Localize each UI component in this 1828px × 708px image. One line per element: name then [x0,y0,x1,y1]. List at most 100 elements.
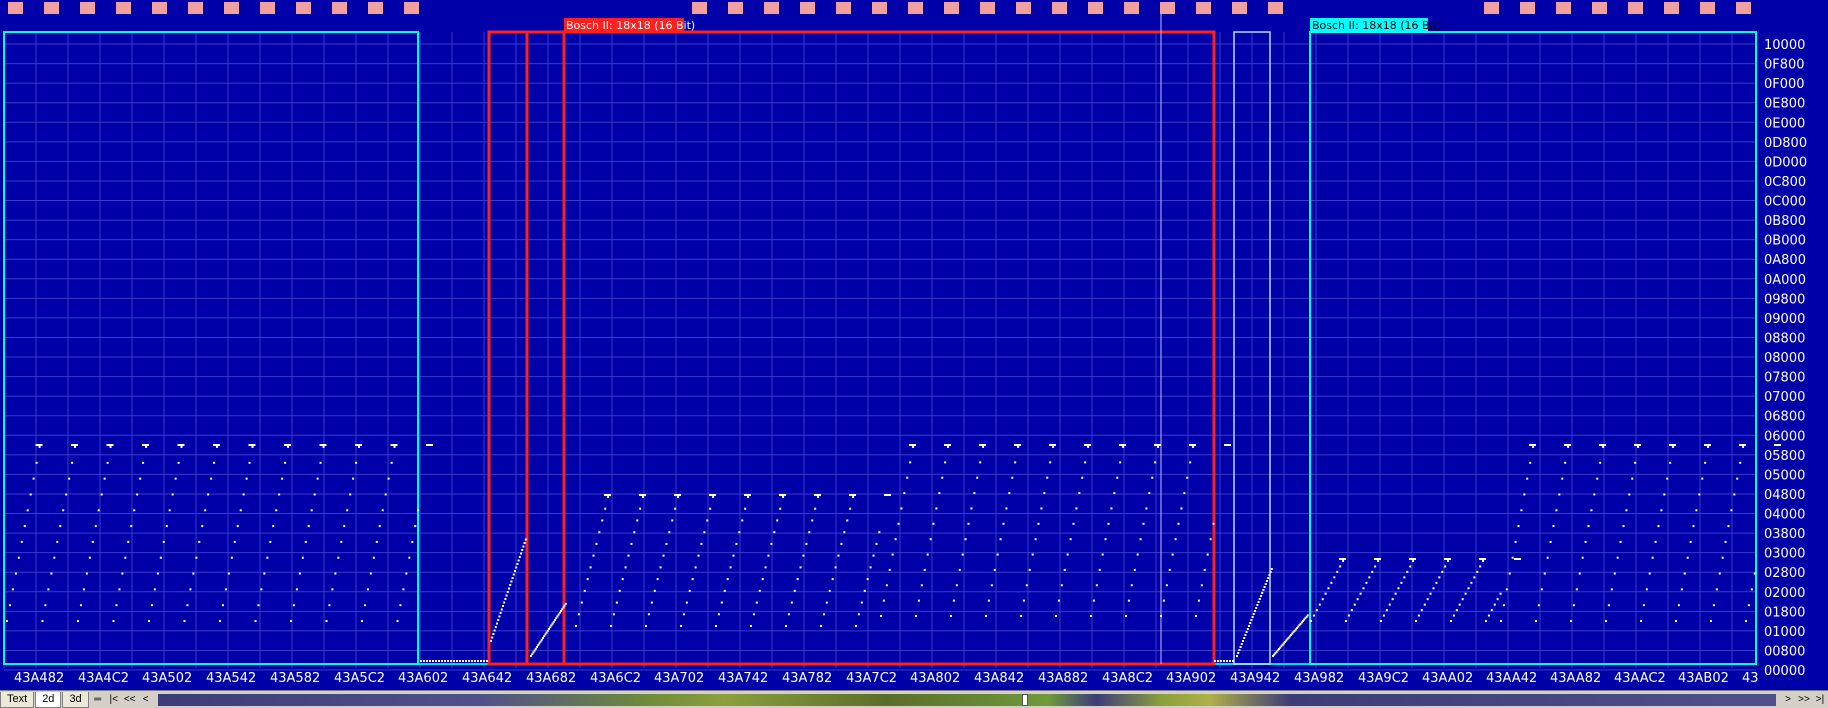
data-point [575,625,577,627]
data-point [549,626,552,629]
file-overview-scrollbar[interactable] [157,693,1776,706]
data-point [74,446,77,448]
data-point [1098,568,1101,571]
data-point [1245,631,1248,633]
data-point [749,494,751,496]
data-point [505,594,508,597]
data-point [358,446,361,448]
data-point [483,660,485,662]
data-point [453,660,455,662]
data-point [612,613,615,616]
data-point [539,640,542,643]
data-point [1095,584,1098,587]
data-point [1645,588,1648,591]
data-point [932,522,935,525]
data-point [618,589,621,592]
data-point [1220,660,1222,662]
data-point [40,444,43,446]
data-point [1192,446,1195,448]
data-point [514,570,516,572]
data-point [561,608,564,611]
data-point [1537,604,1540,607]
data-point [465,660,467,662]
data-point [1242,640,1244,642]
address-marker [908,2,923,14]
hex-2d-viewer[interactable]: 10000 0F800 0F000 0E800 0E000 0D800 0D000 0C800… [0,0,1828,708]
data-point [441,660,443,662]
data-point [1558,493,1561,496]
y-tick-label: 10000 [1764,38,1805,53]
data-point [1133,568,1136,571]
data-point [387,477,390,480]
address-marker [980,2,995,14]
data-point [517,559,520,562]
x-tick-label: 43AA82 [1550,671,1601,686]
data-point [1251,616,1254,618]
x-tick-label: 43A6C2 [590,671,641,686]
data-point [1075,507,1078,510]
data-point [1269,571,1272,573]
data-point [1654,540,1657,543]
data-point [319,461,322,464]
data-point [662,554,665,557]
data-point [471,660,473,662]
data-point [127,540,130,543]
data-point [1514,540,1517,543]
data-point [752,613,755,616]
data-point [671,519,674,522]
data-point [543,635,546,638]
collapse-icon[interactable]: ═ [90,692,106,707]
data-point [1110,507,1113,510]
data-point [486,660,488,662]
data-point [1145,507,1148,510]
tab-3d[interactable]: 3d [62,691,89,708]
nav-fast-back-button[interactable]: << [122,692,138,707]
data-point [1613,572,1616,575]
data-point [444,660,446,662]
data-point [1742,446,1745,448]
data-point [26,509,29,512]
data-point [1385,609,1388,612]
data-point [674,507,677,510]
data-point [1639,444,1641,446]
tab-2d[interactable]: 2d [35,691,62,708]
data-point [741,519,744,522]
data-point [450,660,452,662]
tab-text[interactable]: Text [0,691,35,708]
data-point [1256,604,1259,606]
nav-fast-forward-button[interactable]: >> [1796,692,1812,707]
data-point [866,578,869,581]
data-point [360,444,362,446]
data-point [53,556,56,559]
map-label-red: Bosch II: 18x18 (16 Bit) [566,19,695,32]
data-point [1019,444,1021,446]
data-point [1229,444,1231,446]
data-point [563,604,566,607]
data-point [492,633,495,635]
data-plot[interactable]: 10000 0F800 0F000 0E800 0E000 0D800 0D000 0C800… [0,0,1828,690]
data-point [607,496,610,498]
data-point [1374,565,1377,568]
data-point [976,476,979,479]
nav-last-button[interactable]: >| [1812,692,1828,707]
data-point [1162,599,1165,602]
data-point [504,598,507,600]
data-point [1484,558,1486,560]
nav-back-button[interactable]: < [138,692,154,707]
data-point [292,604,295,607]
scroll-thumb[interactable] [1021,693,1028,706]
data-point [546,629,549,632]
data-point [1637,446,1640,448]
data-point [1257,601,1260,603]
data-point [1142,522,1145,525]
address-marker [800,2,815,14]
data-point [1479,565,1482,568]
y-tick-label: 06000 [1764,429,1805,444]
data-point [1467,587,1470,590]
data-point [1183,492,1186,495]
nav-forward-button[interactable]: > [1780,692,1796,707]
data-point [598,531,601,534]
y-tick-label: 04800 [1764,488,1805,503]
nav-first-button[interactable]: |< [106,692,122,707]
data-point [1438,576,1441,579]
